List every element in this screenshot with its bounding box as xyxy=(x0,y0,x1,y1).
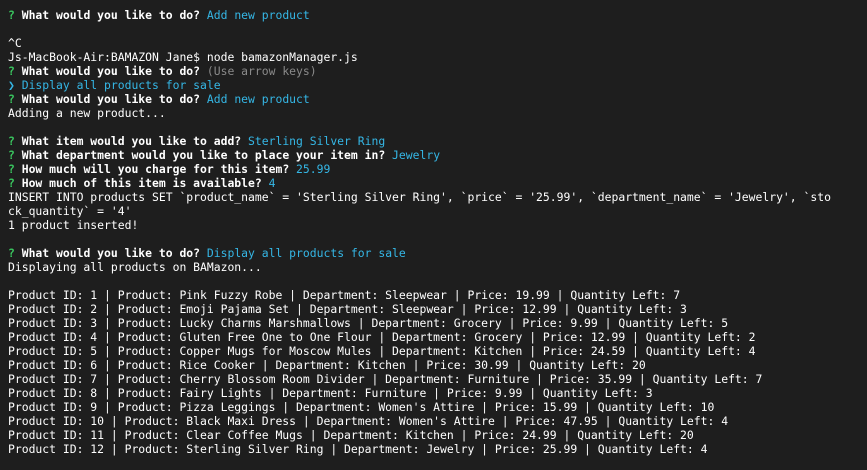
terminal-line: ^C xyxy=(8,36,867,50)
prompt-marker: ? xyxy=(8,8,22,22)
terminal-line: ? What would you like to do? Add new pro… xyxy=(8,92,867,106)
prompt-marker: ? xyxy=(8,148,22,162)
output-text: 1 product inserted! xyxy=(8,218,139,232)
prompt-answer: Add new product xyxy=(206,92,310,106)
prompt-question: What would you like to do? xyxy=(21,246,207,260)
output-text: ^C xyxy=(8,36,22,50)
prompt-question: What would you like to do? xyxy=(21,92,207,106)
output-text: Product ID: 7 | Product: Cherry Blossom … xyxy=(8,372,763,386)
terminal-line: ck_quantity` = '4' xyxy=(8,204,867,218)
terminal-line: Product ID: 10 | Product: Black Maxi Dre… xyxy=(8,414,867,428)
prompt-answer: Display all products for sale xyxy=(206,246,406,260)
output-text: Product ID: 12 | Product: Sterling Silve… xyxy=(8,442,708,456)
terminal-line: Product ID: 9 | Product: Pizza Leggings … xyxy=(8,400,867,414)
prompt-answer: Add new product xyxy=(206,8,310,22)
prompt-question: What department would you like to place … xyxy=(21,148,393,162)
terminal-line: ? What would you like to do? (Use arrow … xyxy=(8,64,867,78)
terminal-line: Product ID: 2 | Product: Emoji Pajama Se… xyxy=(8,302,867,316)
output-text: Product ID: 9 | Product: Pizza Leggings … xyxy=(8,400,715,414)
terminal-line: Product ID: 11 | Product: Clear Coffee M… xyxy=(8,428,867,442)
prompt-answer: Jewelry xyxy=(392,148,441,162)
prompt-question: What would you like to do? xyxy=(21,8,207,22)
prompt-marker: ? xyxy=(8,92,22,106)
terminal-line: Product ID: 4 | Product: Gluten Free One… xyxy=(8,330,867,344)
output-text: Product ID: 2 | Product: Emoji Pajama Se… xyxy=(8,302,687,316)
prompt-question: What would you like to do? xyxy=(21,64,207,78)
prompt-answer: 4 xyxy=(268,176,276,190)
prompt-answer: 25.99 xyxy=(296,162,331,176)
terminal-line: Adding a new product... xyxy=(8,106,867,120)
terminal-line: ? What item would you like to add? Sterl… xyxy=(8,134,867,148)
terminal-line: ❯ Display all products for sale xyxy=(8,78,867,92)
terminal-line: ? What department would you like to plac… xyxy=(8,148,867,162)
terminal-line: ? What would you like to do? Add new pro… xyxy=(8,8,867,22)
prompt-hint: (Use arrow keys) xyxy=(206,64,317,78)
output-text: ck_quantity` = '4' xyxy=(8,204,132,218)
terminal-line: Product ID: 6 | Product: Rice Cooker | D… xyxy=(8,358,867,372)
output-text: Product ID: 1 | Product: Pink Fuzzy Robe… xyxy=(8,288,681,302)
terminal-line: Product ID: 1 | Product: Pink Fuzzy Robe… xyxy=(8,288,867,302)
prompt-marker: ? xyxy=(8,176,22,190)
terminal-line: Product ID: 12 | Product: Sterling Silve… xyxy=(8,442,867,456)
terminal-line: Displaying all products on BAMazon... xyxy=(8,260,867,274)
prompt-marker: ? xyxy=(8,64,22,78)
output-text: Adding a new product... xyxy=(8,106,166,120)
terminal-line: Product ID: 3 | Product: Lucky Charms Ma… xyxy=(8,316,867,330)
prompt-question: What item would you like to add? xyxy=(21,134,249,148)
terminal-line: Product ID: 8 | Product: Fairy Lights | … xyxy=(8,386,867,400)
terminal-line: INSERT INTO products SET `product_name` … xyxy=(8,190,867,204)
prompt-marker: ? xyxy=(8,134,22,148)
output-text: Product ID: 6 | Product: Rice Cooker | D… xyxy=(8,358,646,372)
terminal-line: ? What would you like to do? Display all… xyxy=(8,246,867,260)
prompt-question: How much of this item is available? xyxy=(21,176,269,190)
terminal-line: 1 product inserted! xyxy=(8,218,867,232)
prompt-question: How much will you charge for this item? xyxy=(21,162,297,176)
terminal-line: ? How much of this item is available? 4 xyxy=(8,176,867,190)
prompt-answer: Sterling Silver Ring xyxy=(248,134,386,148)
menu-option-selected: ❯ Display all products for sale xyxy=(8,78,221,92)
output-text: Product ID: 3 | Product: Lucky Charms Ma… xyxy=(8,316,729,330)
output-text: Product ID: 10 | Product: Black Maxi Dre… xyxy=(8,414,729,428)
terminal-line: Product ID: 5 | Product: Copper Mugs for… xyxy=(8,344,867,358)
output-text: Product ID: 8 | Product: Fairy Lights | … xyxy=(8,386,653,400)
terminal-line: Js-MacBook-Air:BAMAZON Jane$ node bamazo… xyxy=(8,50,867,64)
output-text: Product ID: 5 | Product: Copper Mugs for… xyxy=(8,344,756,358)
output-text: Product ID: 4 | Product: Gluten Free One… xyxy=(8,330,756,344)
prompt-marker: ? xyxy=(8,246,22,260)
prompt-marker: ? xyxy=(8,162,22,176)
terminal-line: Product ID: 7 | Product: Cherry Blossom … xyxy=(8,372,867,386)
terminal-line: ? How much will you charge for this item… xyxy=(8,162,867,176)
terminal-window[interactable]: ? What would you like to do? Add new pro… xyxy=(0,0,867,470)
output-text: Js-MacBook-Air:BAMAZON Jane$ node bamazo… xyxy=(8,50,358,64)
output-text: Product ID: 11 | Product: Clear Coffee M… xyxy=(8,428,694,442)
output-text: Displaying all products on BAMazon... xyxy=(8,260,262,274)
output-text: INSERT INTO products SET `product_name` … xyxy=(8,190,831,204)
